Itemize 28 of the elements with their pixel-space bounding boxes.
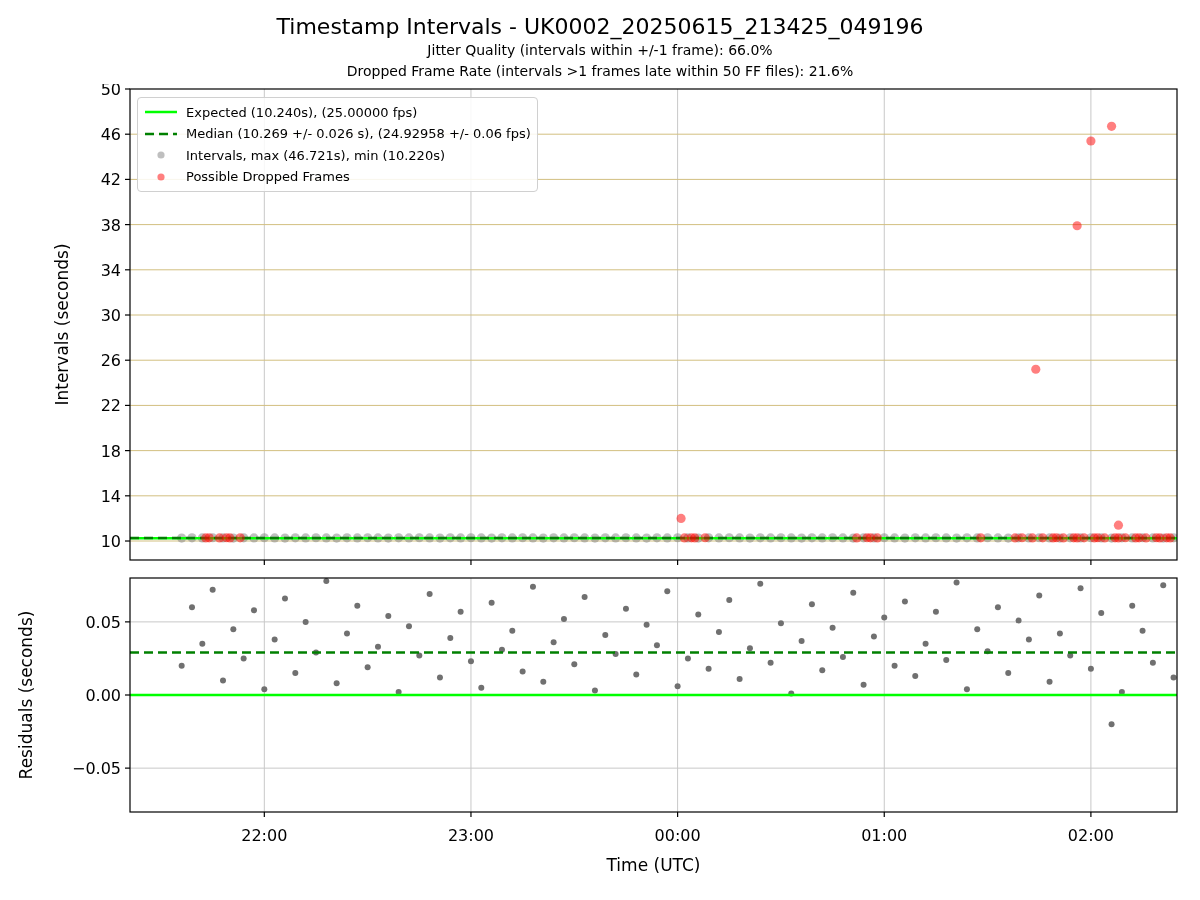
x-tick-label: 02:00 (1067, 826, 1114, 845)
legend-label: Expected (10.240s), (25.00000 fps) (186, 104, 418, 120)
x-tick-label: 23:00 (447, 826, 494, 845)
y-tick-label: 0.05 (85, 612, 121, 632)
x-tick-label: 01:00 (861, 826, 908, 845)
x-tick-label: 00:00 (654, 826, 701, 845)
y-tick-label: 30 (100, 306, 121, 325)
y-tick-label: 10 (100, 532, 121, 551)
legend-label: Intervals, max (46.721s), min (10.220s) (186, 147, 445, 163)
y-tick-label: 46 (100, 125, 121, 145)
legend-label: Possible Dropped Frames (186, 169, 350, 185)
chart-subtitle: Jitter Quality (intervals within +/-1 frame): 66.0% (427, 41, 773, 60)
y-tick-label: 0.00 (85, 686, 121, 705)
y-tick-label: 38 (100, 215, 121, 235)
chart-title: Timestamp Intervals - UK0002_20250615_213425_049196 (276, 14, 924, 40)
y-tick-label: 14 (100, 486, 121, 506)
y-axis-label: Residuals (seconds) (16, 610, 36, 780)
chart-subtitle: Dropped Frame Rate (intervals >1 frames late within 50 FF files): 21.6% (346, 62, 854, 81)
y-tick-label: 18 (100, 441, 121, 461)
y-tick-label: 34 (100, 260, 121, 280)
x-axis-label: Time (UTC) (606, 855, 701, 875)
y-tick-label: 22 (100, 396, 121, 416)
y-tick-label: 42 (100, 170, 121, 190)
legend-label: Median (10.269 +/- 0.026 s), (24.92958 +/- 0.06 fps) (186, 126, 531, 142)
y-tick-label: 26 (100, 351, 121, 371)
y-tick-label: −0.05 (71, 759, 121, 779)
x-tick-label: 22:00 (241, 826, 288, 845)
y-axis-label: Intervals (seconds) (52, 243, 72, 406)
